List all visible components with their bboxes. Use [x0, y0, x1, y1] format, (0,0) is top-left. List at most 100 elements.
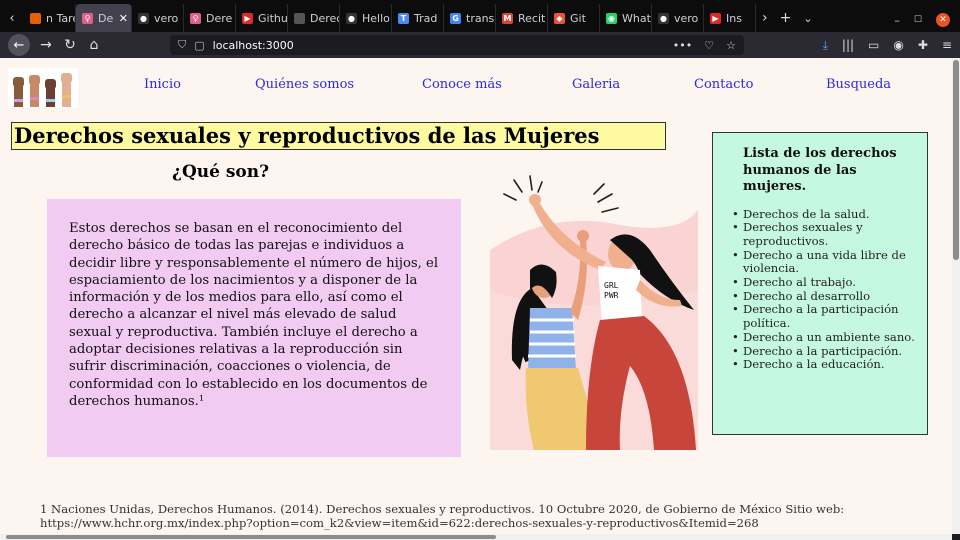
section-subtitle: ¿Qué son?: [172, 162, 270, 182]
new-tab-icon[interactable]: +: [780, 10, 792, 26]
tab-label: De: [98, 11, 114, 25]
tab-label: Hello: [362, 11, 390, 25]
tab-scroll-right-icon[interactable]: ›: [762, 10, 768, 26]
list-item: Derecho a la educación.: [732, 358, 919, 372]
more-actions-icon[interactable]: •••: [673, 39, 692, 52]
tab-label: Trad: [414, 11, 438, 25]
browser-tab[interactable]: ● Hello: [340, 4, 392, 32]
nav-link-galeria[interactable]: Galeria: [572, 77, 620, 92]
tab-favicon-icon: ●: [138, 12, 149, 24]
rights-list-box: Lista de los derechos humanos de las muj…: [712, 132, 928, 435]
maximize-icon[interactable]: ☐: [914, 15, 922, 25]
download-icon[interactable]: ⤓: [823, 38, 828, 53]
sidebar-icon[interactable]: ▭: [868, 38, 879, 53]
tab-label: Git: [570, 11, 586, 25]
back-arrow-icon[interactable]: ←: [8, 34, 30, 56]
tab-label: What: [622, 11, 651, 25]
browser-tab[interactable]: ▶ Githu: [236, 4, 288, 32]
svg-text:PWR: PWR: [604, 291, 619, 300]
nav-link-inicio[interactable]: Inicio: [144, 77, 181, 92]
account-icon[interactable]: ◉: [893, 38, 903, 53]
rights-list: Derechos de la salud.Derechos sexuales y…: [732, 207, 919, 372]
horizontal-scrollbar[interactable]: [0, 534, 952, 540]
page-info-icon[interactable]: ▢: [194, 39, 204, 52]
vertical-scroll-thumb[interactable]: [953, 60, 959, 260]
minimize-icon[interactable]: –: [894, 14, 900, 27]
page-title: Derechos sexuales y reproductivos de las…: [11, 122, 666, 150]
tab-label: n Tare: [46, 11, 76, 25]
tab-favicon-icon: ●: [346, 12, 357, 24]
women-illustration: GRL PWR: [490, 170, 698, 450]
browser-tab[interactable]: ♀ Dere: [184, 4, 236, 32]
tab-favicon-icon: [294, 12, 305, 24]
window-close-icon[interactable]: ✕: [936, 13, 950, 27]
browser-tab[interactable]: M Recit: [496, 4, 548, 32]
definition-box: Estos derechos se basan en el reconocimi…: [47, 199, 461, 457]
list-item: Derecho a la participación.: [732, 344, 919, 359]
browser-tab-bar: ‹ n Tare ♀ De ✕ ● vero ♀ Dere ▶ Githu Derecho ● Hell…: [0, 4, 960, 32]
browser-tab[interactable]: ◉ What: [600, 4, 652, 32]
list-item: Derecho al trabajo.: [732, 275, 919, 290]
extensions-icon[interactable]: ✚: [918, 38, 928, 53]
site-logo[interactable]: [8, 68, 78, 108]
home-icon[interactable]: ⌂: [82, 37, 106, 53]
menu-icon[interactable]: ≡: [942, 38, 952, 53]
page-viewport: Inicio Quiénes somos Conoce más Galeria …: [0, 58, 952, 534]
reload-icon[interactable]: ↻: [58, 37, 82, 53]
library-icon[interactable]: |||: [842, 38, 854, 53]
list-item: Derecho a una vida libre de violencia.: [732, 248, 919, 276]
tab-label: Githu: [258, 11, 288, 25]
browser-tab[interactable]: n Tare: [24, 4, 76, 32]
nav-link-contacto[interactable]: Contacto: [694, 77, 753, 92]
rights-list-title: Lista de los derechos humanos de las muj…: [743, 146, 897, 194]
url-text: localhost:3000: [212, 38, 294, 52]
tab-favicon-icon: [30, 12, 41, 24]
horizontal-scroll-thumb[interactable]: [6, 535, 496, 539]
list-item: Derecho al desarrollo: [732, 289, 919, 304]
browser-tab[interactable]: ♀ De ✕: [76, 4, 132, 32]
list-item: Derechos sexuales y reproductivos.: [732, 220, 919, 248]
list-item: Derecho a la participación política.: [732, 302, 919, 330]
tab-favicon-icon: M: [502, 12, 513, 24]
tab-favicon-icon: G: [450, 12, 461, 24]
site-navigation: Inicio Quiénes somos Conoce más Galeria …: [110, 77, 950, 97]
bookmark-star-icon[interactable]: ☆: [726, 39, 736, 52]
tab-label: vero: [674, 11, 699, 25]
vertical-scrollbar[interactable]: [952, 58, 960, 534]
browser-tab[interactable]: Gtrans: [444, 4, 496, 32]
browser-nav-bar: ← → ↻ ⌂ ⛉ ▢ localhost:3000 ••• ♡ ☆ ⤓ |||…: [0, 32, 960, 58]
definition-text: Estos derechos se basan en el reconocimi…: [69, 221, 439, 409]
browser-tab[interactable]: T Trad: [392, 4, 444, 32]
browser-tab[interactable]: ● vero: [652, 4, 704, 32]
nav-link-quienes-somos[interactable]: Quiénes somos: [255, 77, 354, 92]
illustration-shirt-text: GRL: [604, 281, 619, 290]
tab-list-chevron-down-icon[interactable]: ⌄: [803, 12, 812, 25]
tab-favicon-icon: T: [398, 12, 409, 24]
tab-scroll-left-icon[interactable]: ‹: [0, 11, 24, 26]
tab-label: Recit: [518, 11, 546, 25]
browser-tab[interactable]: ◆ Git: [548, 4, 600, 32]
url-bar[interactable]: ⛉ ▢ localhost:3000 ••• ♡ ☆: [170, 35, 744, 55]
shield-icon[interactable]: ⛉: [178, 38, 186, 52]
tab-favicon-icon: ◆: [554, 12, 565, 24]
raised-fists-icon: [13, 73, 72, 107]
list-item: Derecho a un ambiente sano.: [732, 330, 919, 345]
pocket-icon[interactable]: ♡: [704, 39, 714, 52]
browser-tab[interactable]: ▶ Ins: [704, 4, 756, 32]
tab-label: Derecho: [310, 11, 339, 25]
nav-link-busqueda[interactable]: Busqueda: [826, 77, 891, 92]
tab-label: vero: [154, 11, 179, 25]
browser-tab[interactable]: Derecho: [288, 4, 340, 32]
browser-tab[interactable]: ● vero: [132, 4, 184, 32]
tab-favicon-icon: ♀: [82, 12, 93, 24]
tab-favicon-icon: ▶: [710, 12, 721, 24]
tab-favicon-icon: ▶: [242, 12, 253, 24]
nav-link-conoce-mas[interactable]: Conoce más: [422, 77, 502, 92]
tab-favicon-icon: ●: [658, 12, 669, 24]
tab-label: trans: [466, 11, 495, 25]
tab-label: Dere: [206, 11, 233, 25]
forward-arrow-icon[interactable]: →: [34, 37, 58, 53]
footnote: 1 Naciones Unidas, Derechos Humanos. (20…: [40, 502, 845, 530]
tab-close-icon[interactable]: ✕: [119, 12, 128, 25]
tab-favicon-icon: ◉: [606, 12, 617, 24]
